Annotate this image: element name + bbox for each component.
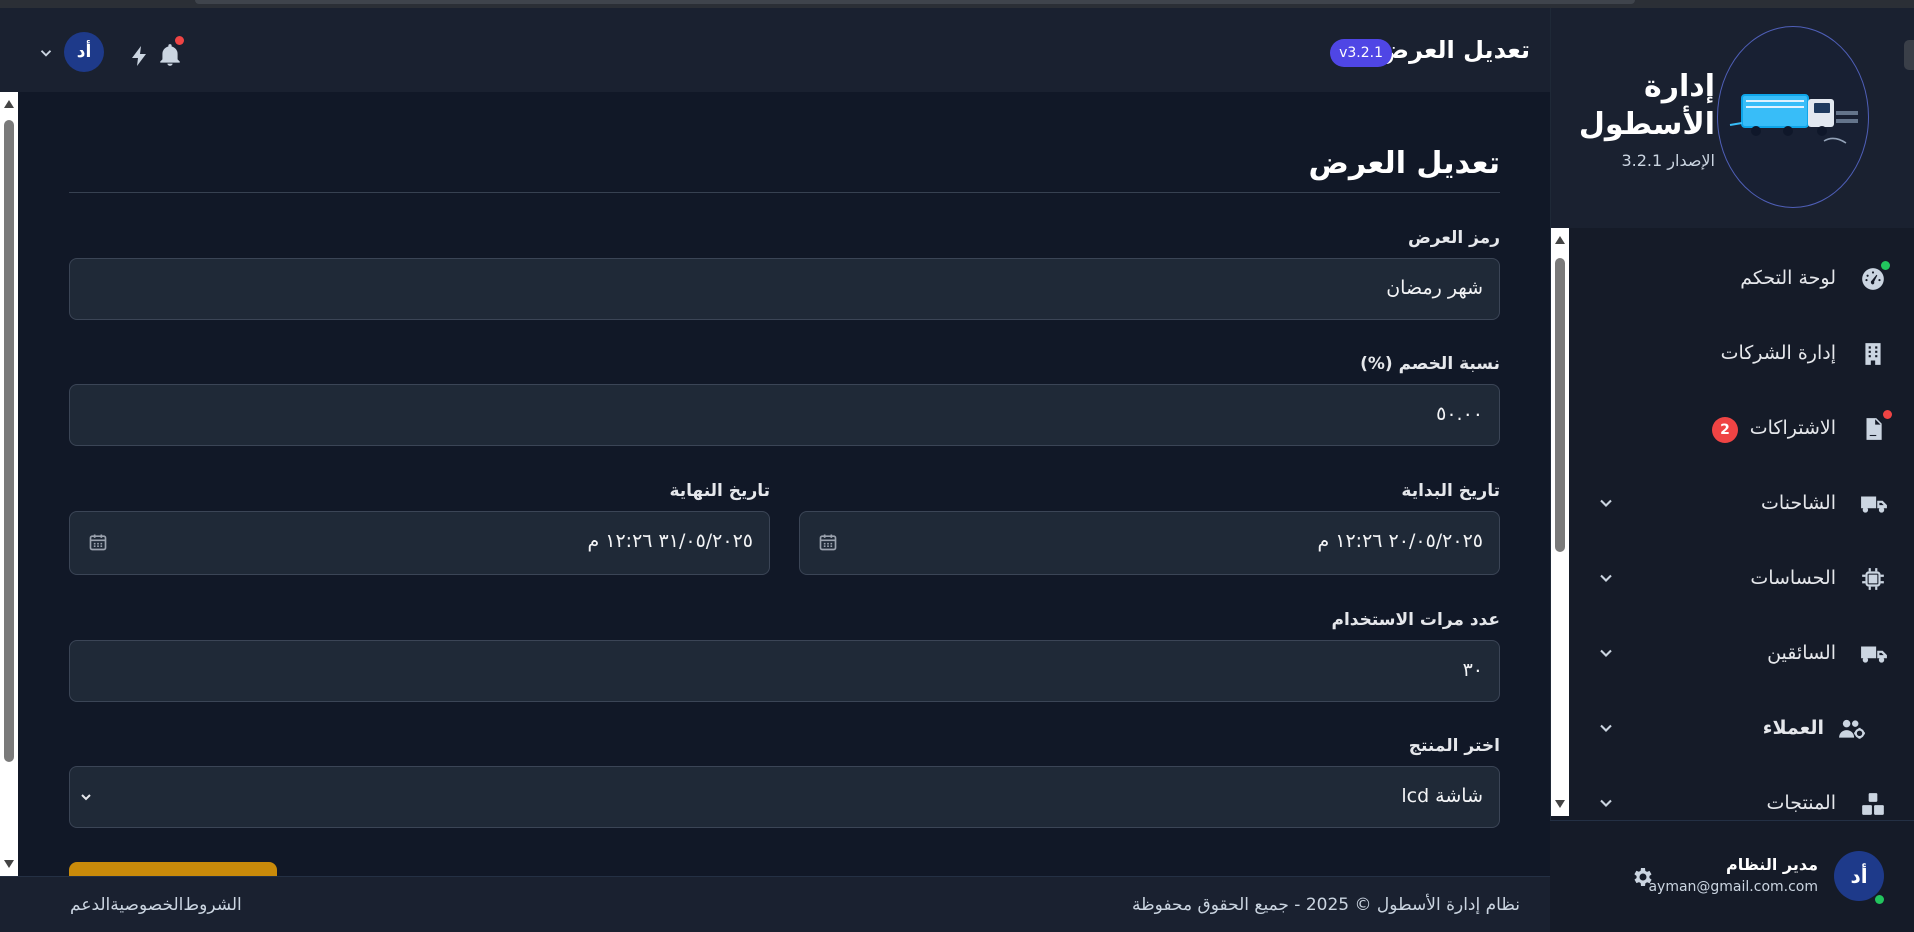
truck-icon — [1860, 491, 1887, 517]
top-header: تعديل العرض v3.2.1 أد — [0, 8, 1550, 92]
browser-tab-strip — [195, 0, 1635, 4]
sidebar-item-label: المنتجات — [1766, 792, 1836, 814]
chevron-down-icon — [1596, 493, 1616, 513]
sidebar-item-companies[interactable]: إدارة الشركات — [1568, 329, 1914, 379]
product-select[interactable]: شاشة lcd — [69, 766, 1500, 828]
truck-icon — [1860, 641, 1887, 667]
sidebar-item-drivers[interactable]: السائقين — [1568, 629, 1914, 679]
notifications-bell-icon[interactable] — [157, 36, 184, 68]
chevron-down-icon — [1596, 793, 1616, 813]
product-select-label: اختر المنتج — [1408, 736, 1500, 756]
main-scrollbar[interactable] — [0, 92, 18, 876]
gear-icon[interactable] — [1630, 865, 1654, 889]
start-date-label: تاريخ البداية — [1401, 481, 1500, 501]
sidebar-user-panel: أد مدير النظام ayman@gmail.com.com — [1550, 820, 1914, 932]
online-status-dot — [1875, 895, 1884, 904]
title-divider — [69, 192, 1500, 193]
sidebar-item-subscriptions[interactable]: الاشتراكات 2 — [1568, 404, 1914, 454]
footer-links: الشروط الخصوصية الدعم — [48, 895, 242, 915]
end-date-label: تاريخ النهاية — [669, 481, 770, 501]
end-date-value: ٣١/٠٥/٢٠٢٥ ١٢:٢٦ م — [587, 530, 753, 552]
end-date-input[interactable]: ٣١/٠٥/٢٠٢٥ ١٢:٢٦ م — [69, 511, 770, 575]
save-button[interactable] — [69, 862, 277, 876]
window-top-edge — [0, 0, 1914, 8]
sidebar-item-label: الاشتراكات — [1749, 417, 1836, 439]
offer-code-input[interactable]: شهر رمضان — [69, 258, 1500, 320]
header-user-avatar[interactable]: أد — [64, 32, 104, 72]
offer-code-label: رمز العرض — [1407, 228, 1500, 248]
dashboard-gauge-icon — [1860, 261, 1890, 292]
offer-code-value: شهر رمضان — [1386, 277, 1483, 299]
brand-version: الإصدار 3.2.1 — [1621, 151, 1715, 170]
chevron-down-icon — [1596, 643, 1616, 663]
window-scrollbar-edge — [1904, 40, 1914, 70]
footer-link-support[interactable]: الدعم — [70, 895, 110, 915]
sidebar-nav: لوحة التحكم إدارة الشركات الاشتراكات 2 ا… — [1550, 228, 1914, 828]
version-badge: v3.2.1 — [1330, 39, 1392, 67]
calendar-icon[interactable] — [88, 532, 108, 552]
start-date-input[interactable]: ٢٠/٠٥/٢٠٢٥ ١٢:٢٦ م — [799, 511, 1500, 575]
scrollbar-thumb[interactable] — [4, 120, 14, 762]
sidebar-item-label: الشاحنات — [1761, 492, 1836, 514]
sidebar: إدارة الأسطول الإصدار 3.2.1 لوحة التحكم … — [1550, 8, 1914, 932]
footer-link-terms[interactable]: الشروط — [183, 895, 241, 915]
sidebar-item-customers[interactable]: العملاء — [1568, 704, 1914, 754]
discount-label: نسبة الخصم (%) — [1360, 354, 1500, 374]
notification-dot — [175, 36, 184, 45]
avatar[interactable]: أد — [1834, 851, 1884, 901]
fleet-logo — [1717, 26, 1869, 208]
footer-link-privacy[interactable]: الخصوصية — [110, 895, 183, 915]
usage-count-input[interactable]: ٣٠ — [69, 640, 1500, 702]
building-icon — [1860, 341, 1886, 367]
calendar-icon[interactable] — [818, 532, 838, 552]
user-email: ayman@gmail.com.com — [1648, 879, 1818, 895]
scroll-up-arrow-icon[interactable] — [4, 100, 14, 108]
page-title: تعديل العرض — [1308, 146, 1500, 181]
chevron-down-icon — [1596, 568, 1616, 588]
chevron-down-icon[interactable] — [37, 44, 55, 62]
footer-copyright: نظام إدارة الأسطول © 2025 - جميع الحقوق … — [1132, 895, 1520, 915]
sidebar-item-label: السائقين — [1767, 642, 1836, 664]
product-select-value: شاشة lcd — [1401, 785, 1483, 807]
header-title: تعديل العرض — [1376, 36, 1530, 64]
chevron-down-icon — [78, 789, 94, 805]
status-dot-green — [1881, 261, 1890, 270]
sidebar-item-label: الحساسات — [1750, 567, 1836, 589]
footer: نظام إدارة الأسطول © 2025 - جميع الحقوق … — [0, 876, 1550, 932]
status-dot-red — [1883, 410, 1892, 419]
sidebar-item-label: العملاء — [1762, 717, 1824, 739]
discount-value: ٥٠.٠٠ — [1436, 403, 1483, 425]
sidebar-brand: إدارة الأسطول الإصدار 3.2.1 — [1551, 8, 1914, 228]
chip-icon — [1860, 566, 1886, 592]
main-content: تعديل العرض رمز العرض شهر رمضان نسبة الخ… — [18, 92, 1550, 876]
sidebar-item-sensors[interactable]: الحساسات — [1568, 554, 1914, 604]
scroll-down-arrow-icon[interactable] — [4, 860, 14, 868]
sidebar-item-dashboard[interactable]: لوحة التحكم — [1568, 254, 1914, 304]
usage-count-label: عدد مرات الاستخدام — [1331, 610, 1500, 630]
boxes-icon — [1860, 791, 1886, 817]
sidebar-item-label: إدارة الشركات — [1720, 342, 1836, 364]
discount-input[interactable]: ٥٠.٠٠ — [69, 384, 1500, 446]
usage-count-value: ٣٠ — [1462, 659, 1483, 681]
subscriptions-count-badge: 2 — [1712, 417, 1738, 443]
lightning-bolt-icon[interactable] — [128, 44, 152, 68]
brand-title: إدارة الأسطول — [1578, 69, 1715, 142]
file-invoice-icon — [1860, 410, 1892, 442]
user-name: مدير النظام — [1725, 855, 1818, 874]
sidebar-item-label: لوحة التحكم — [1740, 267, 1836, 289]
chevron-down-icon — [1596, 718, 1616, 738]
start-date-value: ٢٠/٠٥/٢٠٢٥ ١٢:٢٦ م — [1317, 530, 1483, 552]
users-gear-icon — [1838, 716, 1865, 742]
sidebar-item-trucks[interactable]: الشاحنات — [1568, 479, 1914, 529]
